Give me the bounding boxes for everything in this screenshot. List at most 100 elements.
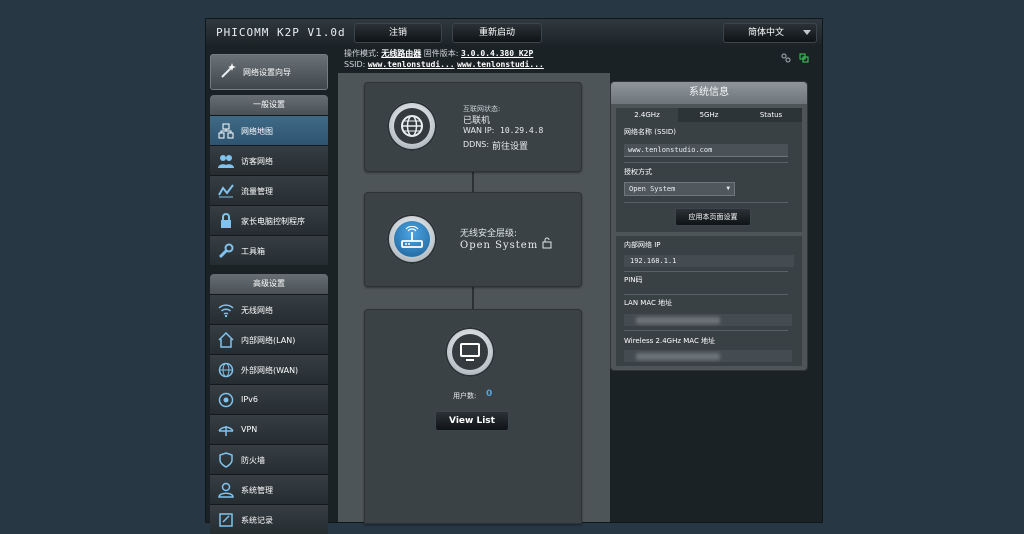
wan-ip-label: WAN IP:	[463, 126, 495, 135]
view-list-button[interactable]: View List	[435, 411, 509, 431]
ssid-label: SSID:	[344, 60, 366, 69]
lan-mac-label: LAN MAC 地址	[624, 299, 673, 307]
sidebar-item-wireless[interactable]: 无线网络	[210, 294, 328, 324]
sidebar-item-label: 家长电脑控制程序	[241, 217, 305, 226]
sidebar-item-label: 外部网络(WAN)	[241, 366, 299, 375]
internet-status-value: 已联机	[463, 116, 491, 126]
firmware-link[interactable]: 3.0.0.4.380_K2P	[461, 49, 533, 58]
home-icon	[218, 332, 234, 348]
router-button[interactable]	[387, 214, 437, 264]
advanced-settings-menu: 高级设置 无线网络 内部网络(LAN) 外部网络(WAN) IPv6 VPN 防…	[210, 274, 328, 534]
wifi-icon	[218, 304, 234, 318]
admin-icon	[218, 482, 234, 498]
sidebar-item-network-map[interactable]: 网络地图	[210, 115, 328, 145]
reboot-button[interactable]: 重新启动	[452, 23, 542, 43]
sidebar-item-label: 访客网络	[241, 157, 273, 166]
internet-globe-button[interactable]	[387, 101, 437, 151]
magic-wand-icon	[221, 63, 236, 78]
sidebar-item-guest-network[interactable]: 访客网络	[210, 145, 328, 175]
security-level-value: Open System	[460, 240, 539, 251]
globe-icon	[401, 115, 423, 137]
wrench-icon	[218, 243, 234, 259]
divider	[624, 330, 788, 331]
ddns-setup-link[interactable]: 前往设置	[492, 139, 528, 152]
sidebar-item-traffic[interactable]: 流量管理	[210, 175, 328, 205]
sidebar-item-label: 工具箱	[241, 247, 265, 256]
traffic-icon	[218, 184, 234, 198]
sidebar-item-parental-control[interactable]: 家长电脑控制程序	[210, 205, 328, 235]
pin-label: PIN码	[624, 276, 643, 284]
ssid-input[interactable]: www.tenlonstudio.com	[624, 144, 788, 157]
router-icon	[401, 226, 423, 248]
ddns-label: DDNS:	[463, 140, 490, 149]
general-settings-menu: 一般设置 网络地图 访客网络 流量管理 家长电脑控制程序 工具箱	[210, 95, 328, 265]
unlock-icon	[542, 237, 552, 249]
tab-5ghz[interactable]: 5GHz	[678, 108, 740, 122]
clients-card[interactable]: 用户数: 0 View List	[364, 309, 582, 524]
mode-link[interactable]: 无线路由器	[381, 49, 421, 58]
ssid-link-24g[interactable]: www.tenlonstudi...	[368, 60, 455, 69]
guest-network-icon	[218, 155, 234, 168]
auth-method-label: 授权方式	[624, 168, 652, 176]
sidebar-item-label: 内部网络(LAN)	[241, 336, 296, 345]
language-select[interactable]: 简体中文	[723, 23, 817, 43]
vpn-icon	[218, 426, 234, 436]
clients-button[interactable]	[445, 327, 495, 377]
sidebar-item-toolbox[interactable]: 工具箱	[210, 235, 328, 265]
auth-method-value: Open System	[629, 185, 676, 193]
ssid-field-label: 网络名称 (SSID)	[624, 128, 677, 136]
divider	[624, 162, 788, 163]
auth-method-select[interactable]: Open System ▼	[624, 182, 735, 196]
sidebar-item-label: 无线网络	[241, 306, 273, 315]
tab-status[interactable]: Status	[740, 108, 802, 122]
sidebar-item-ipv6[interactable]: IPv6	[210, 384, 328, 414]
logout-button[interactable]: 注销	[354, 23, 442, 43]
sidebar-item-label: 网络地图	[241, 127, 273, 136]
advanced-section-title: 高级设置	[210, 274, 328, 294]
sidebar-item-lan[interactable]: 内部网络(LAN)	[210, 324, 328, 354]
apply-settings-button[interactable]: 应用本页面设置	[675, 208, 751, 226]
sidebar-item-system-log[interactable]: 系统记录	[210, 504, 328, 534]
general-section-title: 一般设置	[210, 95, 328, 115]
monitor-icon	[460, 343, 480, 361]
firmware-label: 固件版本:	[423, 49, 459, 58]
wan-ip-value: 10.29.4.8	[500, 126, 544, 135]
mode-label: 操作模式:	[344, 49, 379, 58]
sidebar-item-firewall[interactable]: 防火墙	[210, 444, 328, 474]
network-status-icon[interactable]	[799, 53, 809, 63]
router-status-card[interactable]: 无线安全层级: Open System	[364, 192, 582, 287]
lock-icon	[221, 213, 231, 228]
network-map-icon	[218, 123, 234, 139]
status-info-panel: 内部网络 IP 192.168.1.1 PIN码 LAN MAC 地址 Wire…	[616, 236, 802, 366]
blurred-mac	[636, 353, 720, 360]
divider	[624, 271, 788, 272]
lan-ip-value: 192.168.1.1	[624, 255, 794, 267]
sidebar-item-vpn[interactable]: VPN	[210, 414, 328, 444]
ssid-info: SSID: www.tenlonstudi... www.tenlonstudi…	[344, 60, 544, 69]
brand-title: PHICOMM K2P V1.0d	[216, 26, 346, 39]
top-bar: PHICOMM K2P V1.0d 注销 重新启动 简体中文	[206, 19, 822, 45]
usb-icon[interactable]	[781, 53, 791, 63]
security-level-label: 无线安全层级:	[460, 229, 518, 239]
lan-ip-label: 内部网络 IP	[624, 241, 661, 249]
chevron-down-icon	[803, 30, 811, 35]
router-admin-window: PHICOMM K2P V1.0d 注销 重新启动 简体中文 操作模式: 无线路…	[206, 19, 822, 534]
sidebar-item-administration[interactable]: 系统管理	[210, 474, 328, 504]
network-map-panel: 互联网状态: 已联机 WAN IP: 10.29.4.8 DDNS: 前往设置 …	[338, 73, 610, 524]
globe-icon	[218, 362, 234, 378]
wireless-mac-label: Wireless 2.4GHz MAC 地址	[624, 337, 716, 345]
sidebar-item-label: IPv6	[241, 395, 259, 404]
system-info-title: 系统信息	[611, 82, 807, 104]
divider	[624, 294, 788, 295]
sidebar-item-wan[interactable]: 外部网络(WAN)	[210, 354, 328, 384]
internet-status-card[interactable]: 互联网状态: 已联机 WAN IP: 10.29.4.8 DDNS: 前往设置	[364, 82, 582, 172]
quick-setup-button[interactable]: 网络设置向导	[210, 54, 328, 90]
sidebar-item-label: VPN	[241, 425, 258, 434]
ipv6-icon	[218, 392, 234, 408]
operation-info: 操作模式: 无线路由器 固件版本: 3.0.0.4.380_K2P	[344, 48, 533, 59]
divider	[624, 202, 788, 203]
ssid-link-5g[interactable]: www.tenlonstudi...	[457, 60, 544, 69]
tab-2-4ghz[interactable]: 2.4GHz	[616, 108, 678, 122]
chevron-down-icon: ▼	[726, 185, 730, 192]
sidebar-item-label: 系统记录	[241, 516, 273, 525]
